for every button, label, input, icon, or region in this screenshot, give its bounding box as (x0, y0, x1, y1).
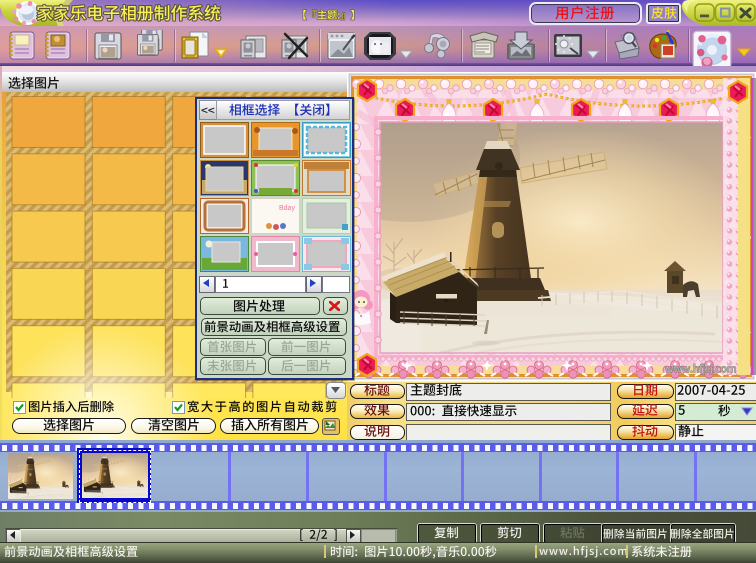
svg-text:Bday: Bday (279, 205, 295, 212)
